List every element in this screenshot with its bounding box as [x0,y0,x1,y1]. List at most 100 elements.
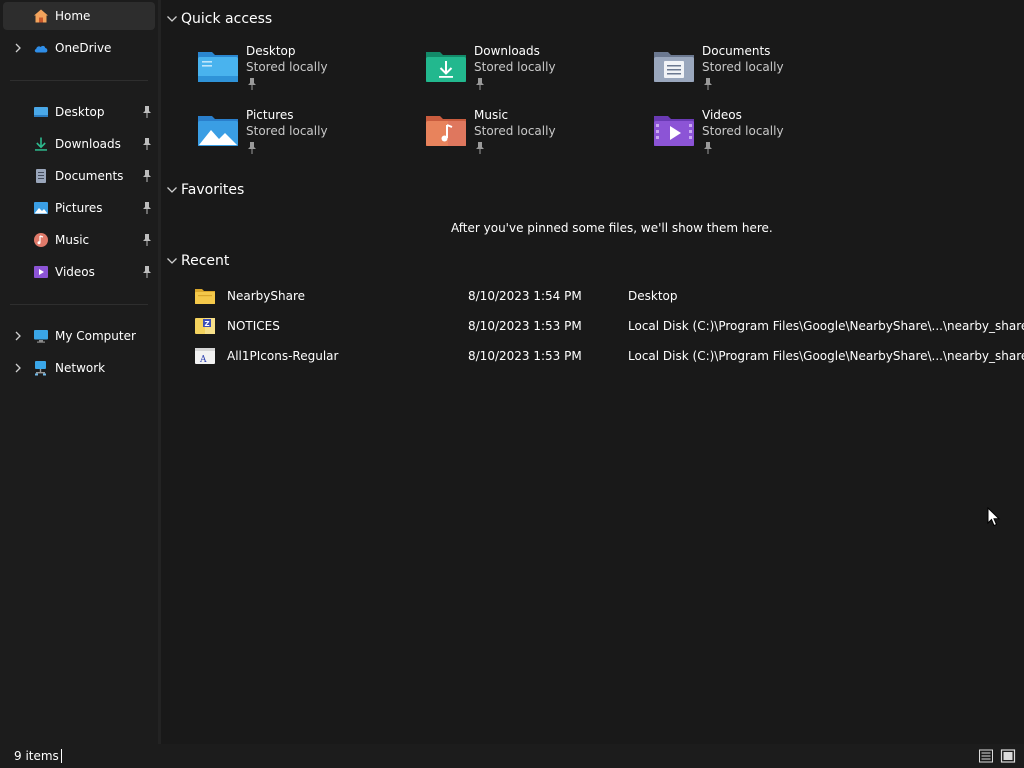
pictures-folder-icon [198,116,238,146]
music-folder-icon [426,116,466,146]
sidebar-item-label: Network [55,361,106,375]
chevron-right-icon[interactable] [12,361,24,375]
recent-item-date: 8/10/2023 1:54 PM [468,289,582,303]
tile-status: Stored locally [702,124,784,138]
pin-icon [704,78,712,90]
chevron-down-icon[interactable] [165,183,179,197]
pin-icon [476,78,484,90]
tile-status: Stored locally [474,124,556,138]
pin-icon [704,142,712,154]
network-icon [35,361,46,376]
sidebar-item-label: Documents [55,169,124,183]
font-file-icon: A [195,348,215,365]
sidebar-item-label: Videos [55,265,95,279]
recent-item-name: NearbyShare [227,289,305,303]
pin-icon[interactable] [141,233,153,247]
quick-access-videos[interactable]: Videos Stored locally [652,106,872,162]
pin-icon [248,142,256,154]
sidebar-item-label: My Computer [55,329,136,343]
tile-status: Stored locally [246,124,328,138]
folder-icon [195,289,215,304]
section-title: Favorites [181,182,245,198]
computer-icon [34,330,48,343]
svg-text:A: A [199,355,207,365]
status-bar: 9 items [0,744,1024,768]
content-pane: Quick access Desktop Stored locally Down… [161,0,1024,744]
recent-item[interactable]: NearbyShare 8/10/2023 1:54 PM Desktop [191,282,1021,310]
music-icon [34,233,48,247]
tile-name: Documents [702,44,771,58]
quick-access-music[interactable]: Music Stored locally [424,106,644,162]
quick-access-pictures[interactable]: Pictures Stored locally [196,106,416,162]
sidebar-item-downloads[interactable]: Downloads [3,130,155,158]
pin-icon [476,142,484,154]
desktop-folder-icon [34,107,48,117]
pictures-icon [34,202,48,214]
chevron-down-icon[interactable] [165,12,179,26]
sidebar-item-label: Downloads [55,137,121,151]
sidebar-item-label: OneDrive [55,41,112,55]
tile-name: Desktop [246,44,296,58]
sidebar-item-onedrive[interactable]: OneDrive [3,34,155,62]
favorites-empty-message: After you've pinned some files, we'll sh… [451,221,773,235]
quick-access-desktop[interactable]: Desktop Stored locally [196,42,416,98]
recent-item-location: Local Disk (C:)\Program Files\Google\Nea… [628,319,1024,333]
sidebar-divider [10,304,148,305]
recent-item[interactable]: Z NOTICES 8/10/2023 1:53 PM Local Disk (… [191,312,1024,340]
sidebar-item-network[interactable]: Network [3,354,155,382]
favorites-header[interactable]: Favorites [165,178,244,202]
sidebar-item-label: Home [55,9,91,23]
pin-icon[interactable] [141,105,153,119]
status-separator [61,749,62,763]
desktop-folder-icon [198,52,238,82]
mouse-pointer-icon [987,507,1001,527]
sidebar-item-videos[interactable]: Videos [3,258,155,286]
zip-archive-icon: Z [195,318,215,334]
documents-folder-icon [654,52,694,82]
tile-status: Stored locally [702,60,784,74]
sidebar-item-desktop[interactable]: Desktop [3,98,155,126]
sidebar-item-music[interactable]: Music [3,226,155,254]
videos-icon [34,266,48,278]
svg-text:Z: Z [204,320,209,328]
recent-header[interactable]: Recent [165,249,229,273]
tile-name: Music [474,108,509,122]
tiles-view-icon[interactable] [1000,748,1016,764]
tile-status: Stored locally [474,60,556,74]
pin-icon[interactable] [141,137,153,151]
pin-icon [248,78,256,90]
recent-item-name: All1PIcons-Regular [227,349,339,363]
downloads-icon [35,137,47,151]
recent-item-date: 8/10/2023 1:53 PM [468,319,582,333]
home-icon [34,9,48,23]
tile-name: Pictures [246,108,294,122]
onedrive-cloud-icon [34,45,48,53]
section-title: Recent [181,253,230,269]
sidebar-item-my-computer[interactable]: My Computer [3,322,155,350]
sidebar-divider [10,80,148,81]
pin-icon[interactable] [141,265,153,279]
recent-item-name: NOTICES [227,319,280,333]
recent-item-location: Desktop [628,289,678,303]
section-title: Quick access [181,11,273,27]
sidebar-item-documents[interactable]: Documents [3,162,155,190]
quick-access-downloads[interactable]: Downloads Stored locally [424,42,644,98]
sidebar-item-home[interactable]: Home [3,2,155,30]
chevron-down-icon[interactable] [165,254,179,268]
recent-item[interactable]: A All1PIcons-Regular 8/10/2023 1:53 PM L… [191,342,1024,370]
sidebar-item-label: Desktop [55,105,105,119]
tile-status: Stored locally [246,60,328,74]
pin-icon[interactable] [141,201,153,215]
quick-access-documents[interactable]: Documents Stored locally [652,42,872,98]
pin-icon[interactable] [141,169,153,183]
details-view-icon[interactable] [978,748,994,764]
chevron-right-icon[interactable] [12,329,24,343]
recent-item-date: 8/10/2023 1:53 PM [468,349,582,363]
item-count: 9 items [14,749,59,763]
chevron-right-icon[interactable] [12,41,24,55]
quick-access-header[interactable]: Quick access [165,7,272,31]
navigation-pane: Home OneDrive Desktop Downloads Document… [0,0,158,744]
sidebar-item-label: Pictures [55,201,103,215]
tile-name: Downloads [474,44,540,58]
sidebar-item-pictures[interactable]: Pictures [3,194,155,222]
